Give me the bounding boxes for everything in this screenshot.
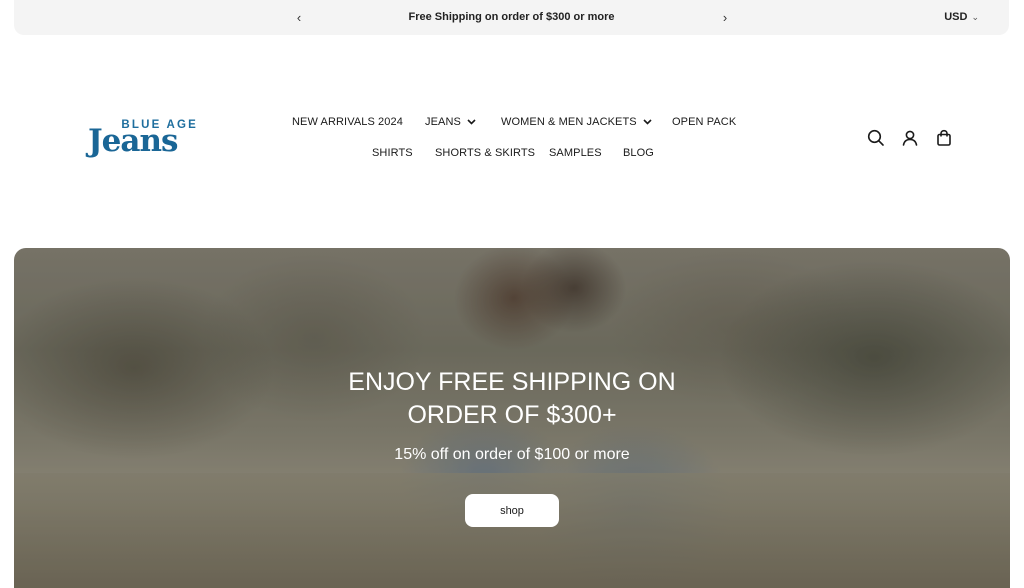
hero-headline-line1: ENJOY FREE SHIPPING ON <box>348 368 676 396</box>
hero-subtext: 15% off on order of $100 or more <box>394 446 630 463</box>
nav-item-jeans[interactable]: JEANS <box>425 110 476 134</box>
nav-item-label: NEW ARRIVALS 2024 <box>292 116 403 128</box>
search-icon[interactable] <box>866 128 886 148</box>
nav-item-new-arrivals[interactable]: NEW ARRIVALS 2024 <box>292 110 403 134</box>
announcement-message: Free Shipping on order of $300 or more <box>408 11 615 23</box>
account-icon[interactable] <box>900 128 920 148</box>
hero-headline-line2: ORDER OF $300+ <box>407 401 617 429</box>
chevron-down-icon <box>467 119 476 125</box>
nav-item-label: SHORTS & SKIRTS <box>435 147 536 159</box>
nav-item-label: SHIRTS <box>372 147 413 159</box>
nav-item-blog[interactable]: BLOG <box>623 141 654 165</box>
hero-banner: ENJOY FREE SHIPPING ON ORDER OF $300+ 15… <box>14 248 1010 588</box>
nav-item-label: JEANS <box>425 116 461 128</box>
cart-icon[interactable] <box>934 128 954 148</box>
chevron-down-icon: ⌄ <box>971 12 979 22</box>
nav-item-shirts[interactable]: SHIRTS <box>372 141 413 165</box>
chevron-down-icon <box>643 119 652 125</box>
hero-headline: ENJOY FREE SHIPPING ON ORDER OF $300+ <box>14 366 1010 432</box>
nav-item-label: WOMEN & MEN JACKETS <box>501 116 637 128</box>
currency-selector[interactable]: USD ⌄ <box>944 0 979 35</box>
nav-item-label: SAMPLES <box>549 147 602 159</box>
nav-item-samples[interactable]: SAMPLES <box>549 141 602 165</box>
nav-item-shorts-skirts[interactable]: SHORTS & SKIRTS <box>435 141 535 165</box>
shop-button[interactable]: shop <box>465 494 559 527</box>
nav-item-jackets[interactable]: WOMEN & MEN JACKETS <box>501 110 652 134</box>
announcement-bar: ‹ Free Shipping on order of $300 or more… <box>14 0 1009 35</box>
chevron-right-icon[interactable]: › <box>713 0 737 35</box>
nav-item-label: OPEN PACK <box>672 116 737 128</box>
nav-item-label: BLOG <box>623 147 654 159</box>
currency-label: USD <box>944 11 968 23</box>
nav-item-open-pack[interactable]: OPEN PACK <box>672 110 736 134</box>
